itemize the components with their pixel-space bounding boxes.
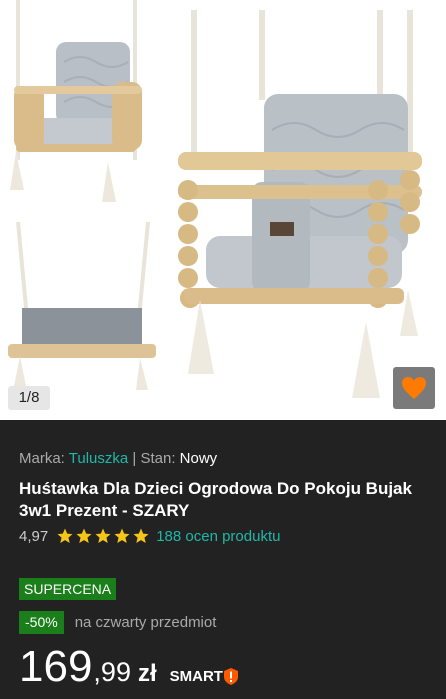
product-details: Marka: Tuluszka | Stan: Nowy Huśtawka Dl… xyxy=(0,420,446,699)
swing-main xyxy=(178,10,422,398)
product-title: Huśtawka Dla Dzieci Ogrodowa Do Pokoju B… xyxy=(19,479,412,520)
star-icon xyxy=(76,528,92,543)
product-photo-main xyxy=(8,0,422,398)
brand-label: Marka: xyxy=(19,450,65,467)
swing-thumbnail-1 xyxy=(10,0,142,202)
swing-thumbnail-2 xyxy=(8,221,156,390)
price-currency: zł xyxy=(137,660,157,687)
brand-link[interactable]: Tuluszka xyxy=(69,450,128,467)
condition-value: Nowy xyxy=(179,450,218,467)
rating-row[interactable]: 4,97 188 ocen produktu xyxy=(19,527,280,545)
favorite-button[interactable] xyxy=(393,367,435,409)
discount-badge: -50% xyxy=(19,611,64,634)
meta-separator: | xyxy=(132,450,137,467)
smart-badge[interactable]: SMART xyxy=(170,668,238,685)
product-meta: Marka: Tuluszka | Stan: Nowy xyxy=(19,450,217,467)
product-gallery[interactable]: 1/8 xyxy=(0,0,446,420)
star-icon xyxy=(57,528,73,543)
condition-label: Stan: xyxy=(140,450,176,467)
price: 169 ,99 zł SMART xyxy=(19,641,238,693)
rating-value: 4,97 xyxy=(19,527,49,545)
price-decimal: ,99 xyxy=(93,657,131,687)
discount-row: -50% na czwarty przedmiot xyxy=(19,611,216,634)
star-icon xyxy=(95,528,111,543)
star-icon xyxy=(133,528,149,543)
rating-stars xyxy=(56,527,150,545)
discount-note: na czwarty przedmiot xyxy=(74,614,217,631)
image-counter: 1/8 xyxy=(8,386,50,410)
smart-label: SMART xyxy=(169,668,223,685)
supercena-badge: SUPERCENA xyxy=(19,578,117,600)
price-integer: 169 xyxy=(19,642,93,691)
smart-info-icon xyxy=(223,668,238,685)
heart-icon xyxy=(402,377,426,399)
reviews-link[interactable]: 188 ocen produktu xyxy=(156,528,280,545)
star-icon xyxy=(114,528,130,543)
